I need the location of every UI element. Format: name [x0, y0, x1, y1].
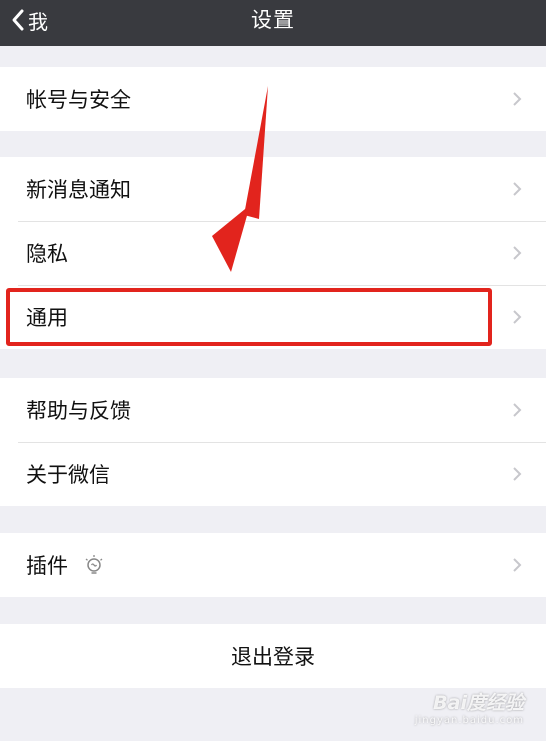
logout-label: 退出登录 [231, 645, 315, 669]
chevron-right-icon [513, 403, 522, 417]
navigation-bar: 我 设置 [0, 0, 546, 46]
settings-item-label: 帮助与反馈 [26, 399, 131, 423]
settings-group-general: 新消息通知 隐私 通用 [0, 157, 546, 349]
settings-item-label: 帐号与安全 [26, 88, 131, 112]
settings-item-label: 隐私 [26, 242, 68, 266]
watermark: Bai度经验 jingyan.baidu.com [415, 688, 524, 726]
page-title: 设置 [251, 8, 295, 32]
settings-group-help: 帮助与反馈 关于微信 [0, 378, 546, 506]
logout-button[interactable]: 退出登录 [0, 624, 546, 688]
settings-item-help-feedback[interactable]: 帮助与反馈 [0, 378, 546, 442]
settings-group-plugins: 插件 [0, 533, 546, 597]
chevron-right-icon [513, 310, 522, 324]
chevron-right-icon [513, 92, 522, 106]
chevron-right-icon [513, 246, 522, 260]
logout-group: 退出登录 [0, 624, 546, 688]
settings-item-label: 新消息通知 [26, 178, 131, 202]
chevron-right-icon [513, 558, 522, 572]
settings-item-plugins[interactable]: 插件 [0, 533, 546, 597]
settings-item-about-wechat[interactable]: 关于微信 [0, 442, 546, 506]
settings-item-privacy[interactable]: 隐私 [0, 221, 546, 285]
settings-item-new-message-notification[interactable]: 新消息通知 [0, 157, 546, 221]
settings-item-label: 通用 [26, 306, 68, 330]
settings-item-label: 关于微信 [26, 463, 110, 487]
settings-item-label: 插件 [26, 554, 68, 578]
settings-item-general[interactable]: 通用 [0, 285, 546, 349]
settings-item-account-security[interactable]: 帐号与安全 [0, 67, 546, 131]
watermark-logo: Bai度经验 [433, 692, 524, 714]
lightbulb-icon [85, 555, 103, 574]
settings-group-account: 帐号与安全 [0, 67, 546, 131]
chevron-right-icon [513, 467, 522, 481]
watermark-url: jingyan.baidu.com [414, 715, 524, 726]
chevron-right-icon [513, 182, 522, 196]
